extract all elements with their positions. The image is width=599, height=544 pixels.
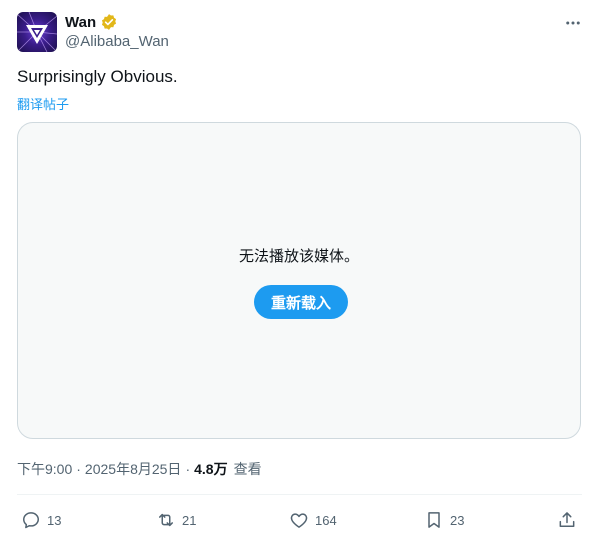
tweet-text: Surprisingly Obvious.	[17, 67, 178, 86]
avatar[interactable]	[17, 12, 57, 52]
tweet-time[interactable]: 下午9:00	[17, 459, 72, 479]
like-count: 164	[315, 512, 337, 528]
views-label: 查看	[233, 461, 262, 477]
author-handle[interactable]: @Alibaba_Wan	[65, 33, 169, 50]
verified-badge-icon[interactable]	[100, 13, 118, 31]
meta-separator: ·	[185, 461, 191, 477]
reply-icon	[23, 512, 39, 529]
bookmark-icon	[428, 512, 440, 528]
more-icon	[566, 21, 580, 25]
reply-count: 13	[47, 512, 62, 528]
like-button[interactable]: 164	[289, 508, 337, 532]
translate-link[interactable]: 翻译帖子	[17, 94, 69, 113]
share-icon	[559, 512, 575, 527]
repost-icon	[159, 513, 173, 527]
divider	[17, 494, 582, 495]
media-error-message: 无法播放该媒体。	[238, 248, 359, 265]
author-name[interactable]: Wan	[65, 14, 96, 31]
media-container: 无法播放该媒体。 重新载入	[17, 122, 581, 439]
repost-count: 21	[182, 512, 197, 528]
repost-button[interactable]: 21	[156, 508, 196, 532]
bookmark-count: 23	[450, 512, 465, 528]
tweet-date[interactable]: 2025年8月25日	[85, 459, 182, 479]
reload-button[interactable]: 重新载入	[254, 285, 348, 319]
bookmark-button[interactable]: 23	[424, 508, 464, 532]
share-button[interactable]	[557, 508, 577, 532]
tweet-meta: 下午9:00 · 2025年8月25日 · 4.8万 查看	[17, 459, 262, 479]
reply-button[interactable]: 13	[21, 508, 61, 532]
views-count: 4.8万	[194, 461, 228, 477]
more-button[interactable]	[563, 13, 583, 33]
meta-separator: ·	[76, 461, 81, 477]
like-icon	[290, 513, 308, 528]
author-name-row: Wan	[65, 12, 118, 32]
